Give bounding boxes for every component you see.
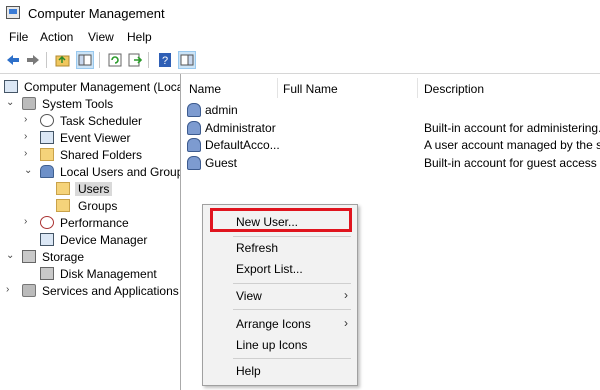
user-icon bbox=[187, 156, 201, 170]
user-icon bbox=[187, 121, 201, 135]
computer-management-icon bbox=[6, 6, 20, 19]
context-menu-help[interactable]: Help bbox=[203, 361, 357, 381]
user-icon bbox=[187, 103, 201, 117]
list-item-user[interactable]: admin bbox=[185, 101, 600, 119]
context-menu-refresh[interactable]: Refresh bbox=[203, 238, 357, 258]
context-menu-view[interactable]: View › bbox=[203, 286, 357, 306]
expanded-chevron-icon[interactable]: ⌄ bbox=[24, 165, 34, 176]
window-title: Computer Management bbox=[28, 6, 165, 21]
shared-folder-icon bbox=[40, 148, 54, 161]
disk-icon bbox=[40, 267, 54, 280]
folder-icon bbox=[56, 199, 70, 212]
help-icon[interactable]: ? bbox=[156, 51, 174, 69]
column-header-full-name[interactable]: Full Name bbox=[283, 82, 338, 96]
menu-file[interactable]: File bbox=[9, 30, 28, 44]
toolbar: ? bbox=[0, 48, 600, 72]
expanded-chevron-icon[interactable]: ⌄ bbox=[6, 97, 16, 108]
event-viewer-icon bbox=[40, 131, 54, 144]
user-icon bbox=[187, 138, 201, 152]
users-icon bbox=[40, 165, 54, 178]
export-list-icon[interactable] bbox=[126, 51, 144, 69]
title-bar: Computer Management bbox=[0, 0, 600, 26]
context-menu-line-up-icons[interactable]: Line up Icons bbox=[203, 335, 357, 355]
toolbar-separator bbox=[148, 52, 149, 68]
list-item-user[interactable]: Administrator Built-in account for admin… bbox=[185, 119, 600, 137]
menu-separator bbox=[233, 358, 351, 359]
menu-separator bbox=[233, 283, 351, 284]
context-menu-export-list[interactable]: Export List... bbox=[203, 259, 357, 279]
column-header-description[interactable]: Description bbox=[424, 82, 484, 96]
menu-bar: File Action View Help bbox=[0, 28, 600, 46]
services-icon bbox=[22, 284, 36, 297]
collapsed-chevron-icon[interactable]: › bbox=[24, 114, 34, 125]
new-user-highlight-box bbox=[210, 208, 352, 232]
up-folder-icon[interactable] bbox=[54, 51, 72, 69]
performance-icon bbox=[40, 216, 54, 229]
clock-icon bbox=[40, 114, 54, 127]
svg-text:?: ? bbox=[162, 55, 168, 67]
column-header-name[interactable]: Name bbox=[189, 82, 221, 96]
menu-separator bbox=[233, 309, 351, 310]
menu-separator bbox=[233, 236, 351, 237]
menu-action[interactable]: Action bbox=[40, 30, 73, 44]
menu-help[interactable]: Help bbox=[127, 30, 152, 44]
folder-icon bbox=[56, 182, 70, 195]
storage-icon bbox=[22, 250, 36, 263]
collapsed-chevron-icon[interactable]: › bbox=[24, 216, 34, 227]
tools-icon bbox=[22, 97, 36, 110]
computer-icon bbox=[4, 80, 18, 93]
context-menu-arrange-icons[interactable]: Arrange Icons › bbox=[203, 314, 357, 334]
submenu-arrow-icon: › bbox=[344, 316, 348, 330]
refresh-icon[interactable] bbox=[106, 51, 124, 69]
column-divider[interactable] bbox=[277, 78, 278, 98]
list-item-user[interactable]: Guest Built-in account for guest access … bbox=[185, 154, 600, 172]
toolbar-separator bbox=[46, 52, 47, 68]
collapsed-chevron-icon[interactable]: › bbox=[24, 148, 34, 159]
menu-view[interactable]: View bbox=[88, 30, 114, 44]
list-item-user[interactable]: DefaultAcco... A user account managed by… bbox=[185, 136, 600, 154]
collapsed-chevron-icon[interactable]: › bbox=[6, 284, 16, 295]
submenu-arrow-icon: › bbox=[344, 288, 348, 302]
properties-icon[interactable] bbox=[178, 51, 196, 69]
toolbar-separator bbox=[99, 52, 100, 68]
forward-arrow-icon[interactable] bbox=[24, 51, 42, 69]
device-manager-icon bbox=[40, 233, 54, 246]
console-tree: Computer Management (Local ⌄ System Tool… bbox=[0, 74, 181, 390]
expanded-chevron-icon[interactable]: ⌄ bbox=[6, 250, 16, 261]
show-hide-tree-icon[interactable] bbox=[76, 51, 94, 69]
back-arrow-icon[interactable] bbox=[4, 51, 22, 69]
column-divider[interactable] bbox=[417, 78, 418, 98]
collapsed-chevron-icon[interactable]: › bbox=[24, 131, 34, 142]
